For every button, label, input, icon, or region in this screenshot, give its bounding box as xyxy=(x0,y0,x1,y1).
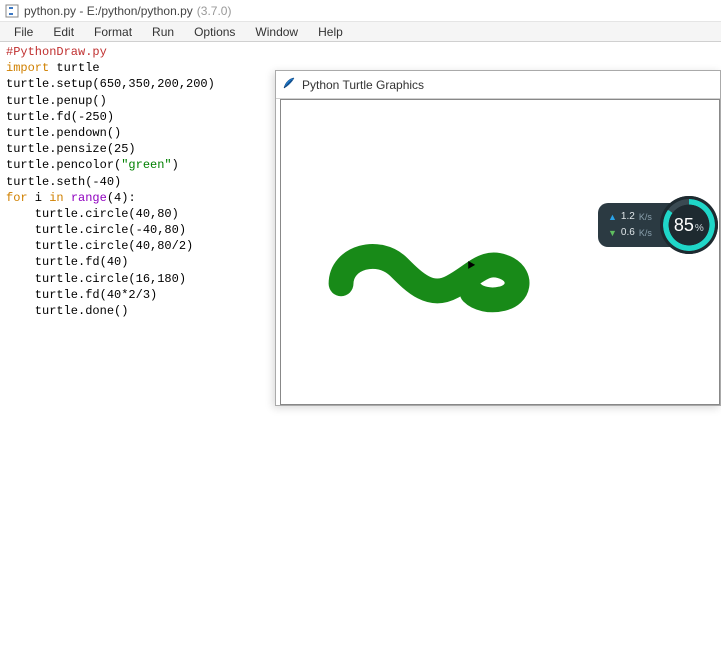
code-line: turtle.circle(-40,80) xyxy=(6,223,186,237)
python-file-icon xyxy=(4,3,20,19)
code-kw: import xyxy=(6,61,49,75)
menu-file[interactable]: File xyxy=(4,23,43,41)
download-value: 0.6 xyxy=(621,225,635,241)
code-line: turtle.seth(-40) xyxy=(6,175,121,189)
code-line: turtle.circle(16,180) xyxy=(6,272,186,286)
gauge-widget[interactable]: 85% xyxy=(660,196,718,254)
menu-window[interactable]: Window xyxy=(245,23,308,41)
menu-format[interactable]: Format xyxy=(84,23,142,41)
upload-speed: ▲ 1.2 K/s xyxy=(608,209,652,225)
code-line: turtle.fd(-250) xyxy=(6,110,114,124)
menu-help[interactable]: Help xyxy=(308,23,353,41)
code-line: turtle xyxy=(49,61,99,75)
code-line: turtle.penup() xyxy=(6,94,107,108)
code-line: turtle.pencolor( xyxy=(6,158,121,172)
gauge-ring xyxy=(663,199,715,251)
turtle-feather-icon xyxy=(282,76,296,93)
code-line: turtle.pensize(25) xyxy=(6,142,136,156)
menu-edit[interactable]: Edit xyxy=(43,23,84,41)
code-line: ) xyxy=(172,158,179,172)
code-kw: for xyxy=(6,191,28,205)
code-kw: in xyxy=(49,191,63,205)
code-line: turtle.pendown() xyxy=(6,126,121,140)
system-monitor-overlay[interactable]: ▲ 1.2 K/s ▼ 0.6 K/s 85% xyxy=(598,190,721,260)
menu-run[interactable]: Run xyxy=(142,23,184,41)
download-speed: ▼ 0.6 K/s xyxy=(608,225,652,241)
turtle-titlebar[interactable]: Python Turtle Graphics xyxy=(276,71,720,99)
code-line: #PythonDraw.py xyxy=(6,45,107,59)
code-line: i xyxy=(28,191,50,205)
code-line: turtle.done() xyxy=(6,304,128,318)
window-title: python.py - E:/python/python.py xyxy=(24,4,193,18)
menu-options[interactable]: Options xyxy=(184,23,245,41)
code-line: turtle.circle(40,80) xyxy=(6,207,179,221)
code-builtin: range xyxy=(71,191,107,205)
code-line: turtle.setup(650,350,200,200) xyxy=(6,77,215,91)
titlebar: python.py - E:/python/python.py (3.7.0) xyxy=(0,0,721,22)
code-line: (4): xyxy=(107,191,136,205)
code-line: turtle.circle(40,80/2) xyxy=(6,239,193,253)
code-line: turtle.fd(40*2/3) xyxy=(6,288,157,302)
upload-value: 1.2 xyxy=(621,209,635,225)
up-arrow-icon: ▲ xyxy=(608,210,617,224)
down-arrow-icon: ▼ xyxy=(608,226,617,240)
code-str: "green" xyxy=(121,158,171,172)
menubar: File Edit Format Run Options Window Help xyxy=(0,22,721,42)
upload-unit: K/s xyxy=(639,210,652,224)
code-line: turtle.fd(40) xyxy=(6,255,128,269)
download-unit: K/s xyxy=(639,226,652,240)
turtle-window-title: Python Turtle Graphics xyxy=(302,78,424,92)
code-line xyxy=(64,191,71,205)
window-version: (3.7.0) xyxy=(197,4,232,18)
